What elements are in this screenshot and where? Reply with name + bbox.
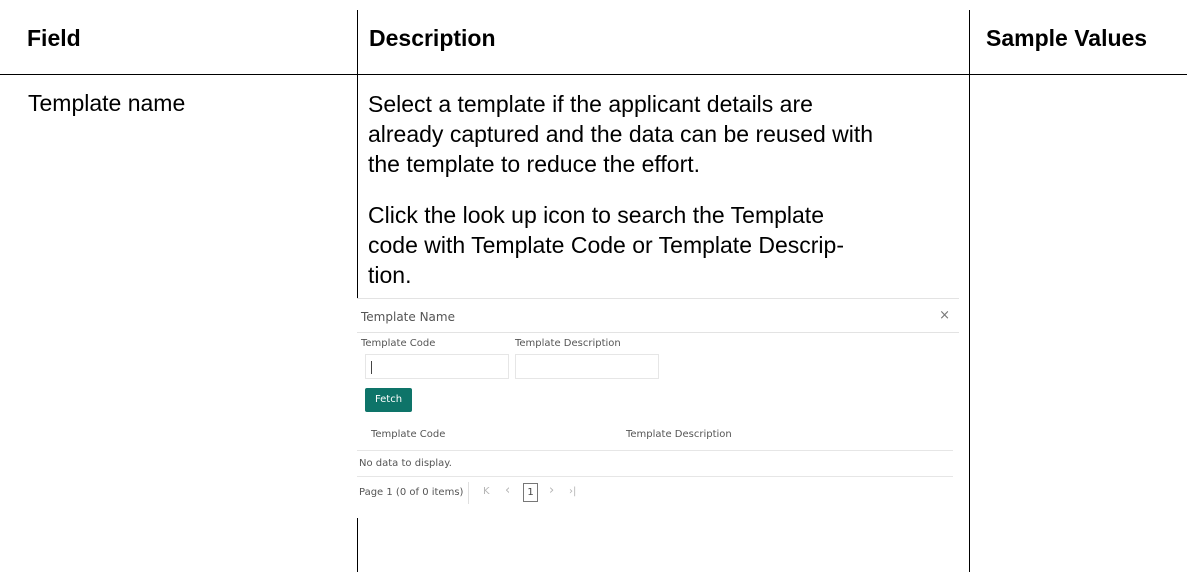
dialog-top-border: [357, 298, 959, 299]
column-divider-2: [969, 10, 970, 572]
template-description-label: Template Description: [515, 338, 621, 349]
close-icon[interactable]: ×: [939, 308, 950, 323]
header-field: Field: [27, 25, 81, 51]
description-line: Click the look up icon to search the Tem…: [368, 202, 824, 228]
pager-divider: [468, 482, 469, 504]
dialog-title: Template Name: [361, 310, 455, 324]
empty-message: No data to display.: [359, 458, 452, 469]
description-line: code with Template Code or Template Desc…: [368, 232, 844, 258]
column-header-template-description[interactable]: Template Description: [626, 429, 732, 440]
description-line: the template to reduce the effort.: [368, 151, 701, 177]
table-body-divider: [357, 476, 953, 477]
description-line: tion.: [368, 262, 412, 288]
header-description: Description: [369, 25, 496, 51]
template-code-label: Template Code: [361, 338, 436, 349]
current-page-box[interactable]: 1: [523, 483, 538, 502]
field-template-name: Template name: [28, 90, 186, 116]
pager-summary: Page 1 (0 of 0 items): [359, 487, 464, 498]
description-line: already captured and the data can be reu…: [368, 121, 874, 147]
fetch-button[interactable]: Fetch: [365, 388, 412, 412]
dialog-header-divider: [357, 332, 959, 333]
header-sample-values: Sample Values: [986, 25, 1148, 51]
previous-page-icon[interactable]: ‹: [505, 483, 510, 498]
description-line: Select a template if the applicant detai…: [368, 91, 813, 117]
template-code-input[interactable]: [365, 354, 509, 379]
last-page-icon[interactable]: ›|: [569, 486, 576, 497]
table-header-divider: [357, 450, 953, 451]
description-para-2: Click the look up icon to search the Tem…: [368, 200, 958, 290]
next-page-icon[interactable]: ›: [549, 483, 554, 498]
column-header-template-code[interactable]: Template Code: [371, 429, 445, 440]
description-para-1: Select a template if the applicant detai…: [368, 89, 958, 179]
template-description-input[interactable]: [515, 354, 659, 379]
text-caret: [371, 361, 372, 374]
template-name-dialog: Template Name × Template Code Template D…: [357, 298, 959, 518]
first-page-icon[interactable]: K: [483, 486, 490, 497]
header-rule: [0, 74, 1187, 75]
